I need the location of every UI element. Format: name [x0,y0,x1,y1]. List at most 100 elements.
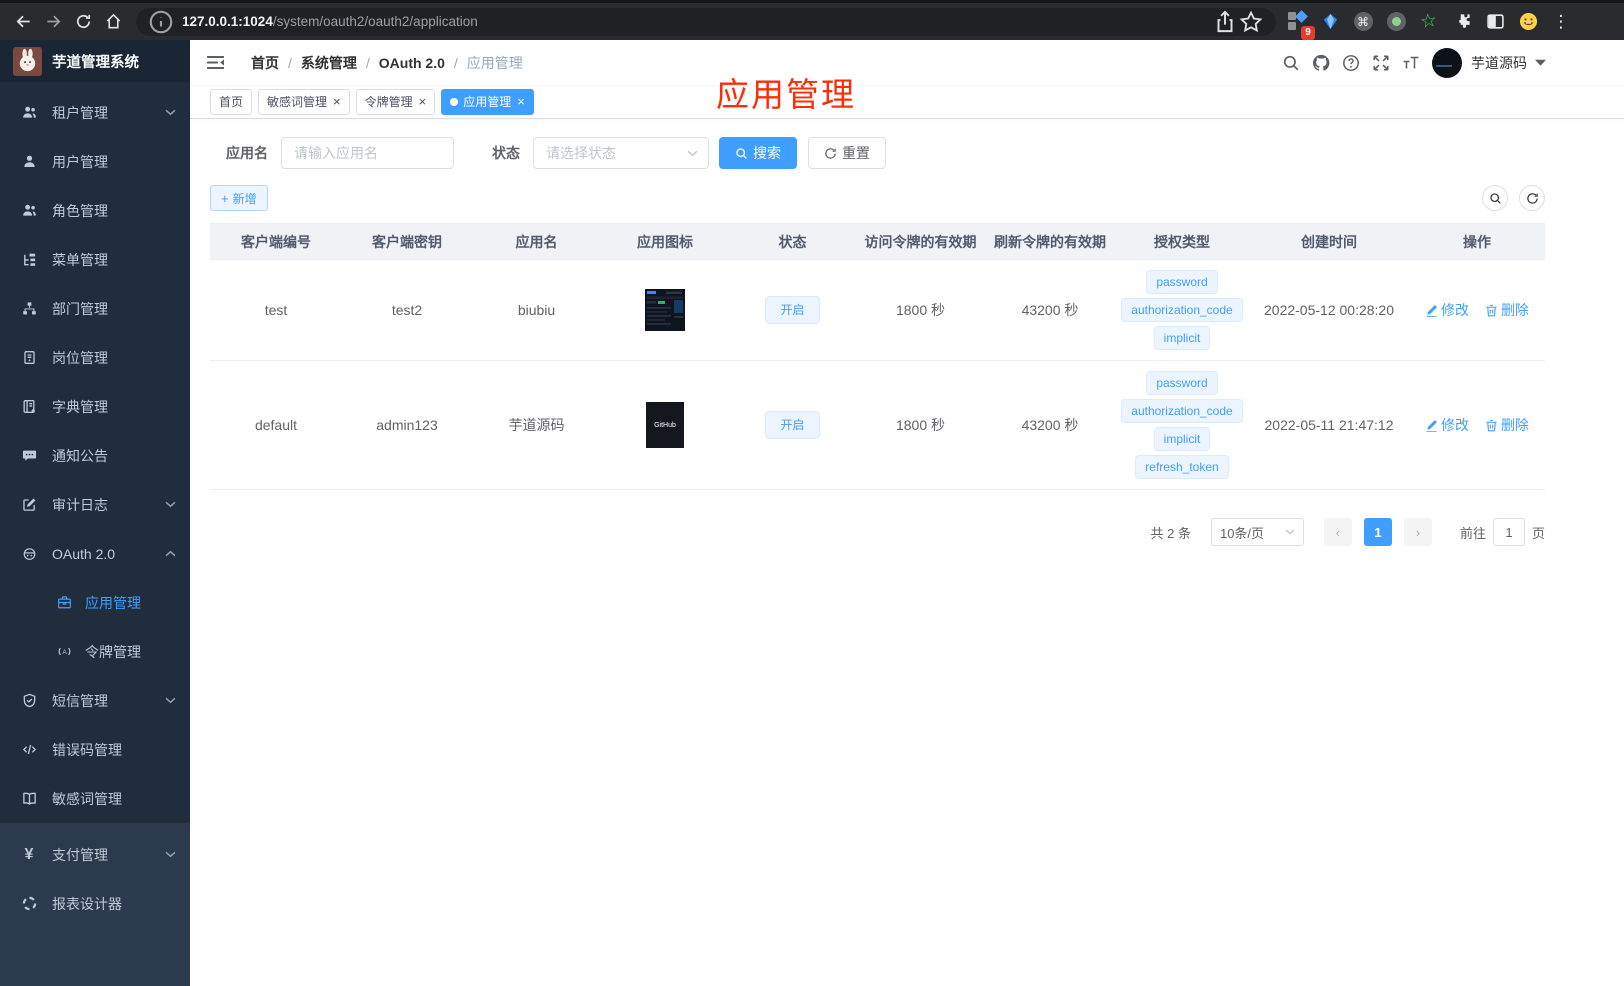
reload-icon [76,14,90,28]
edit-link[interactable]: 修改 [1425,415,1469,435]
extension-command-icon[interactable]: ⌘ [1348,7,1378,37]
app-name-input[interactable] [281,137,454,169]
sidebar-item-sms[interactable]: 短信管理 [0,676,190,725]
browser-reload-button[interactable] [68,7,98,37]
bookmark-star-icon[interactable] [1238,9,1264,35]
rabbit-logo-image [13,46,42,76]
search-icon[interactable] [1276,48,1306,78]
col-app-name: 应用名 [472,223,601,260]
pagination: 共 2 条 10条/页 ‹ 1 › 前往 页 [210,518,1545,546]
open-book-icon [21,791,37,807]
breadcrumb-home[interactable]: 首页 [251,53,301,73]
home-icon [106,13,120,29]
status-label: 状态 [492,145,520,161]
sidebar-item-error-code[interactable]: 错误码管理 [0,725,190,774]
grant-type-tag: implicit [1153,427,1211,451]
add-button[interactable]: + 新增 [210,185,268,211]
sidebar-item-oauth-token[interactable]: A 令牌管理 [0,627,190,676]
split-view-icon[interactable] [1480,7,1510,37]
user-avatar[interactable] [1432,47,1462,78]
delete-link[interactable]: 删除 [1485,415,1529,435]
current-page[interactable]: 1 [1363,518,1392,546]
edit-pencil-icon [1426,419,1438,432]
sidebar-item-audit-log[interactable]: 审计日志 [0,480,190,529]
tags-view-bar: 首页 敏感词管理 × 令牌管理 × 应用管理 × [190,85,1624,119]
edit-link[interactable]: 修改 [1425,300,1469,320]
refresh-table-button[interactable] [1519,185,1545,211]
github-icon[interactable] [1306,48,1336,78]
status-select[interactable]: 请选择状态 [533,137,709,169]
reset-button[interactable]: 重置 [808,137,886,169]
sidebar-bottom-section: ¥ 支付管理 报表设计器 [0,823,190,986]
sidebar-item-notice[interactable]: 通知公告 [0,431,190,480]
sidebar-item-menu[interactable]: 菜单管理 [0,235,190,284]
prev-page-button[interactable]: ‹ [1323,518,1352,546]
sidebar-collapse-icon[interactable] [206,52,228,74]
browser-home-button[interactable] [98,7,128,37]
profile-emoji-icon[interactable] [1513,7,1543,37]
extension-record-icon[interactable] [1381,7,1411,37]
caret-down-icon[interactable] [1535,59,1546,66]
address-bar[interactable]: 127.0.0.1:1024/system/oauth2/oauth2/appl… [136,7,1276,36]
user-icon [21,154,37,170]
username[interactable]: 芋道源码 [1471,53,1527,73]
breadcrumb: 首页 系统管理 OAuth 2.0 应用管理 [251,53,523,73]
sidebar-item-tenant[interactable]: 租户管理 [0,88,190,137]
sidebar-item-user[interactable]: 用户管理 [0,137,190,186]
help-icon[interactable] [1336,48,1366,78]
tab-application-active[interactable]: 应用管理 × [441,88,534,115]
search-button[interactable]: 搜索 [719,137,797,169]
refresh-icon [825,147,836,159]
close-icon[interactable]: × [419,95,427,108]
fullscreen-icon[interactable] [1366,48,1396,78]
share-icon[interactable] [1212,9,1238,35]
breadcrumb-current: 应用管理 [466,54,523,71]
font-size-icon[interactable] [1396,48,1426,78]
page-size-select[interactable]: 10条/页 [1210,518,1304,546]
chevron-down-icon [165,697,176,704]
tab-token[interactable]: 令牌管理 × [355,88,436,115]
extension-grid-icon[interactable]: 9 [1282,7,1315,40]
shield-check-icon [21,693,37,709]
extensions-area: 9 ⌘ ☆ ⋮ [1282,7,1576,40]
users-icon [21,203,37,219]
org-chart-icon [21,301,37,317]
extension-gem-icon[interactable] [1315,7,1345,37]
sidebar-item-role[interactable]: 角色管理 [0,186,190,235]
sidebar-item-post[interactable]: 岗位管理 [0,333,190,382]
close-icon[interactable]: × [333,95,341,108]
sidebar-item-dept[interactable]: 部门管理 [0,284,190,333]
tab-sensitive-word[interactable]: 敏感词管理 × [258,88,350,115]
next-page-button[interactable]: › [1403,518,1432,546]
browser-forward-button[interactable] [38,7,68,37]
breadcrumb-system[interactable]: 系统管理 [301,53,379,73]
plus-icon: + [221,190,229,206]
sidebar-item-sensitive-word[interactable]: 敏感词管理 [0,774,190,823]
applications-table: 客户端编号 客户端密钥 应用名 应用图标 状态 访问令牌的有效期 刷新令牌的有效… [210,223,1545,490]
goto-page-input[interactable] [1492,518,1525,546]
sidebar-item-pay[interactable]: ¥ 支付管理 [0,830,190,879]
app-logo[interactable]: 芋道管理系统 [0,40,190,82]
sidebar-item-oauth[interactable]: OAuth 2.0 [0,529,190,578]
sidebar-item-dict[interactable]: 字典管理 [0,382,190,431]
robot-icon [21,546,37,562]
col-client-secret: 客户端密钥 [342,223,472,260]
id-badge-icon [21,350,37,366]
extension-puzzle-icon[interactable] [1447,7,1477,37]
sidebar-item-report-designer[interactable]: 报表设计器 [0,879,190,928]
extension-green-star-icon[interactable]: ☆ [1414,7,1444,37]
kebab-menu-icon[interactable]: ⋮ [1546,7,1576,37]
close-icon[interactable]: × [517,95,525,108]
delete-link[interactable]: 删除 [1485,300,1529,320]
tab-home[interactable]: 首页 [210,88,253,115]
toggle-search-button[interactable] [1482,185,1508,211]
users-icon [21,105,37,121]
sidebar-item-oauth-application[interactable]: 应用管理 [0,578,190,627]
app-icon-image: GitHub [646,402,684,448]
site-info-icon[interactable] [148,9,174,35]
pagination-total: 共 2 条 [1150,525,1191,541]
browser-back-button[interactable] [8,7,38,37]
tree-menu-icon [21,252,37,268]
page-unit-label: 页 [1531,525,1545,541]
breadcrumb-oauth[interactable]: OAuth 2.0 [379,55,467,71]
